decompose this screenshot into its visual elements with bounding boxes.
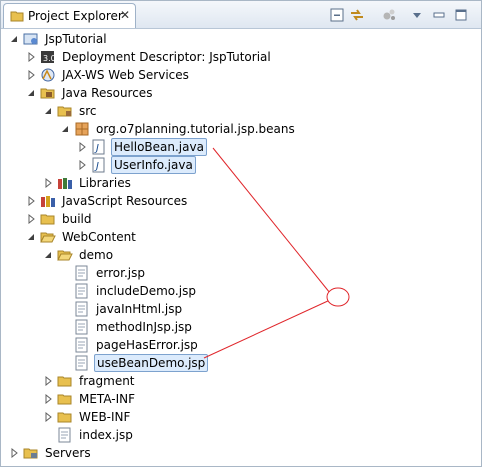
project-explorer-panel: Project Explorer ✕ JspTutorial 3.0 Deploym… xyxy=(0,0,482,467)
annotation-line-to-usebeandemo xyxy=(203,299,331,359)
annotation-overlay xyxy=(203,147,350,359)
annotation-circle xyxy=(326,287,350,307)
annotation-line-to-hellobean xyxy=(212,147,331,294)
